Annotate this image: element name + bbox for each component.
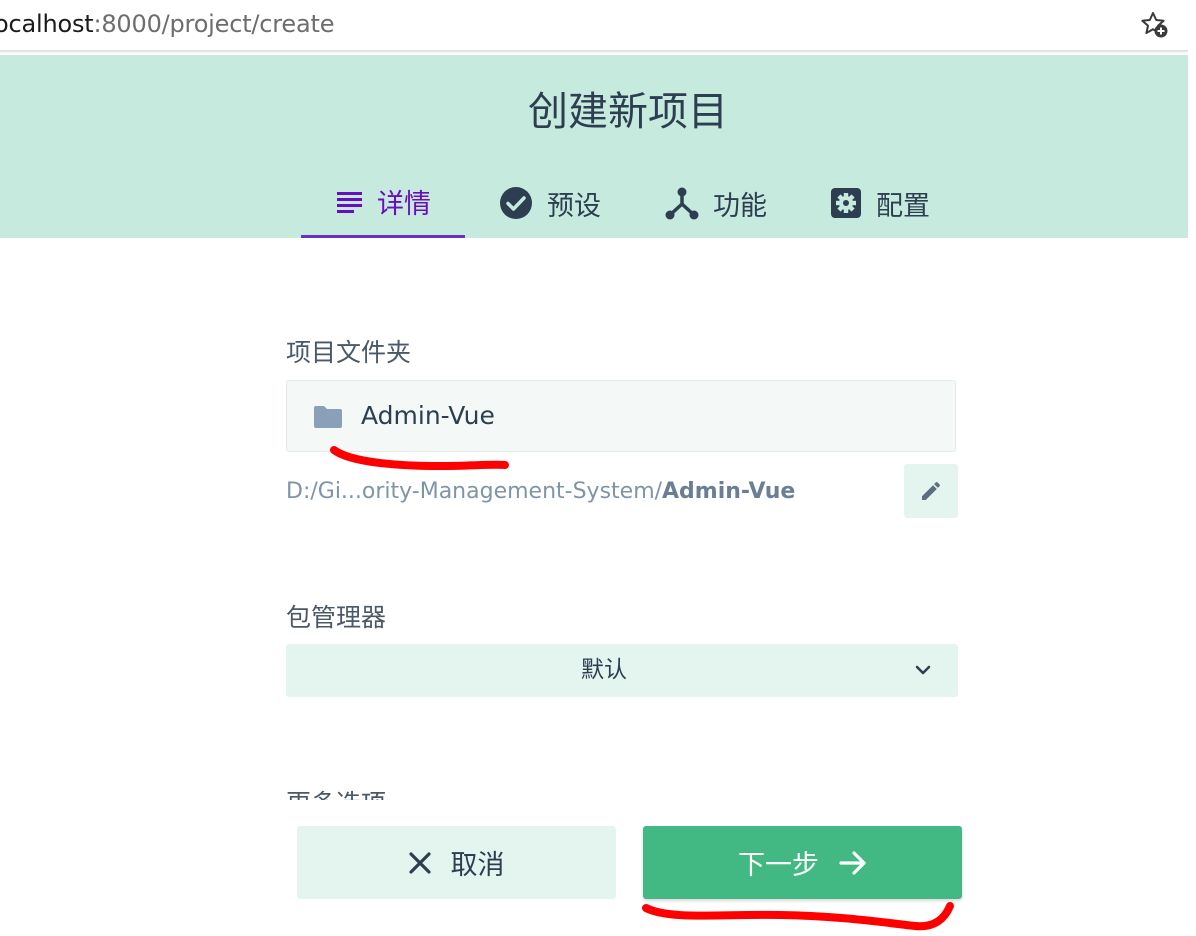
- folder-path: D:/Gi...ority-Management-System/Admin-Vu…: [286, 477, 795, 507]
- star-plus-icon[interactable]: [1139, 9, 1171, 41]
- gear-icon: [831, 188, 861, 218]
- list-icon: [337, 191, 362, 213]
- next-button-label: 下一步: [738, 850, 819, 881]
- folder-path-name: Admin-Vue: [662, 479, 796, 504]
- next-button[interactable]: 下一步: [643, 826, 962, 899]
- package-manager-value: 默认: [581, 657, 627, 683]
- page-title: 创建新项目: [528, 89, 728, 135]
- folder-path-prefix: D:/Gi...ority-Management-System/: [286, 479, 663, 504]
- package-manager-label: 包管理器: [286, 603, 387, 632]
- tab-presets[interactable]: 预设: [482, 168, 618, 238]
- tab-details[interactable]: 详情: [301, 168, 465, 238]
- url-path: :8000/project/create: [93, 10, 335, 38]
- more-options-label: 更多选项: [286, 788, 416, 800]
- tab-config[interactable]: 配置: [812, 168, 948, 238]
- tab-config-label: 配置: [876, 190, 930, 222]
- cancel-button-label: 取消: [450, 850, 505, 881]
- annotation-underline-folder: [330, 446, 509, 471]
- check-circle-icon: [500, 187, 532, 219]
- action-footer: 取消 下一步: [0, 800, 1188, 936]
- tab-details-label: 详情: [377, 189, 431, 220]
- close-icon: [408, 851, 431, 874]
- scrollbar-track: [1188, 0, 1196, 936]
- tab-features[interactable]: 功能: [648, 168, 784, 238]
- arrow-right-icon: [839, 850, 866, 875]
- chevron-down-icon: [915, 665, 931, 675]
- toolbar-shadow: [0, 50, 1190, 54]
- page-header: 创建新项目 详情 预设 功能 配置: [0, 55, 1188, 238]
- project-folder-label: 项目文件夹: [286, 338, 412, 367]
- url-host: ocalhost: [0, 10, 94, 38]
- edit-path-button[interactable]: [904, 464, 958, 518]
- project-folder-display: Admin-Vue: [286, 380, 956, 452]
- tab-presets-label: 预设: [547, 190, 601, 222]
- cancel-button[interactable]: 取消: [297, 826, 616, 899]
- pencil-icon: [922, 481, 941, 500]
- package-manager-select[interactable]: 默认: [286, 644, 958, 697]
- folder-icon: [314, 406, 342, 428]
- folder-name: Admin-Vue: [361, 401, 495, 430]
- browser-address-bar[interactable]: ocalhost:8000/project/create: [0, 0, 1196, 51]
- url-text[interactable]: ocalhost:8000/project/create: [0, 9, 334, 39]
- tab-features-label: 功能: [713, 190, 767, 222]
- fork-icon: [665, 187, 699, 220]
- more-options-label-text: 更多选项: [286, 788, 386, 800]
